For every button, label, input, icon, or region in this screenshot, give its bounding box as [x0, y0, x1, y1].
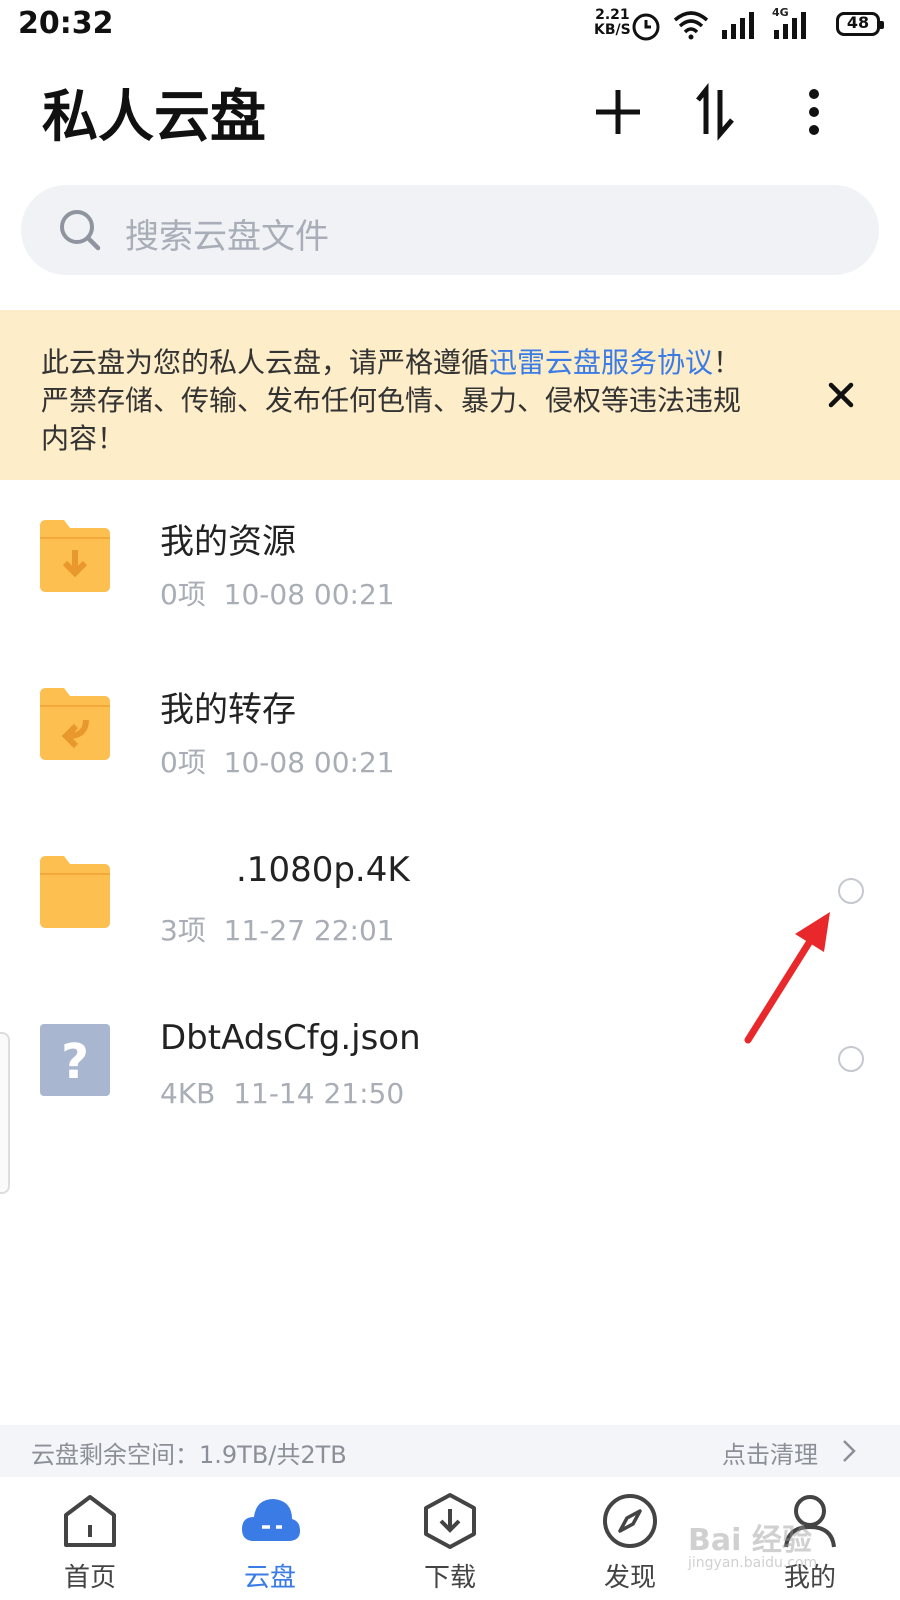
select-checkbox[interactable] — [838, 878, 864, 904]
compass-icon — [603, 1494, 657, 1548]
clean-button[interactable]: 点击清理 — [722, 1435, 818, 1470]
search-placeholder: 搜索云盘文件 — [125, 217, 329, 257]
sort-button[interactable] — [686, 82, 746, 142]
alarm-icon — [632, 13, 660, 41]
status-time: 20:32 — [18, 6, 114, 41]
svg-text:?: ? — [61, 1034, 89, 1090]
file-name: DbtAdsCfg.json — [160, 1018, 421, 1058]
battery-level: 48 — [846, 13, 870, 32]
download-icon — [424, 1493, 476, 1549]
notice-text-before: 此云盘为您的私人云盘，请严格遵循 — [41, 346, 490, 379]
status-bar: 20:32 2.21 KB/S 4G 48 — [0, 0, 900, 50]
file-meta: 0项 10-08 00:21 — [160, 741, 395, 781]
search-input[interactable]: 搜索云盘文件 — [21, 185, 879, 275]
network-speed-value: 2.21 — [595, 7, 630, 23]
annotation-arrow-icon — [744, 912, 830, 1044]
tab-home[interactable]: 首页 — [0, 1477, 180, 1600]
download-folder-icon — [40, 520, 110, 592]
file-list-item[interactable]: 我的资源 0项 10-08 00:21 — [0, 490, 900, 660]
file-count: 4KB — [160, 1077, 216, 1110]
cloud-icon — [242, 1499, 300, 1541]
file-meta: 4KB 11-14 21:50 — [160, 1077, 404, 1110]
more-options-button[interactable] — [784, 82, 844, 142]
file-date: 11-27 22:01 — [223, 914, 395, 947]
file-count: 3项 — [160, 914, 206, 947]
select-checkbox[interactable] — [838, 1046, 864, 1072]
file-count: 0项 — [160, 578, 206, 611]
battery-icon: 48 — [836, 12, 884, 36]
storage-remaining: 云盘剩余空间：1.9TB/共2TB — [31, 1441, 347, 1469]
tab-download[interactable]: 下载 — [360, 1477, 540, 1600]
file-date: 10-08 00:21 — [223, 578, 395, 611]
network-speed-unit: KB/S — [594, 22, 631, 38]
file-date: 11-14 21:50 — [233, 1077, 405, 1110]
service-agreement-link[interactable]: 迅雷云盘服务协议 — [489, 346, 713, 379]
home-icon — [64, 1495, 116, 1547]
storage-bar[interactable]: 云盘剩余空间：1.9TB/共2TB 点击清理 — [0, 1425, 900, 1477]
tab-cloud[interactable]: 云盘 — [180, 1477, 360, 1600]
watermark: Bai 经验 — [688, 1523, 812, 1558]
signal-icon — [722, 12, 754, 39]
tab-label: 首页 — [63, 1563, 116, 1593]
file-name: .1080p.4K — [236, 850, 410, 890]
file-date: 10-08 00:21 — [223, 746, 395, 779]
file-name: 我的转存 — [160, 690, 296, 730]
unknown-file-icon: ? — [40, 1024, 110, 1096]
search-icon — [60, 210, 101, 251]
add-button[interactable] — [588, 82, 648, 142]
file-count: 0项 — [160, 746, 206, 779]
folder-icon — [40, 856, 110, 928]
close-notice-button[interactable] — [826, 380, 856, 410]
wifi-icon — [673, 11, 709, 40]
signal-4g-icon — [774, 12, 806, 39]
notice-text: 此云盘为您的私人云盘，请严格遵循迅雷云盘服务协议！严禁存储、传输、发布任何色情、… — [41, 344, 761, 458]
network-speed: 2.21 KB/S — [594, 8, 631, 38]
page-title: 私人云盘 — [42, 85, 266, 150]
file-meta: 0项 10-08 00:21 — [160, 573, 395, 613]
transfer-folder-icon — [40, 688, 110, 760]
file-list-item[interactable]: 我的转存 0项 10-08 00:21 — [0, 658, 900, 828]
file-name: 我的资源 — [160, 522, 296, 562]
tab-label: 云盘 — [243, 1563, 296, 1593]
notice-banner: 此云盘为您的私人云盘，请严格遵循迅雷云盘服务协议！严禁存储、传输、发布任何色情、… — [0, 310, 900, 480]
chevron-right-icon — [843, 1440, 856, 1462]
tab-label: 下载 — [423, 1563, 476, 1593]
side-drawer-handle[interactable] — [0, 1032, 10, 1194]
watermark-url: jingyan.baidu.com — [688, 1555, 818, 1571]
file-meta: 3项 11-27 22:01 — [160, 909, 395, 949]
